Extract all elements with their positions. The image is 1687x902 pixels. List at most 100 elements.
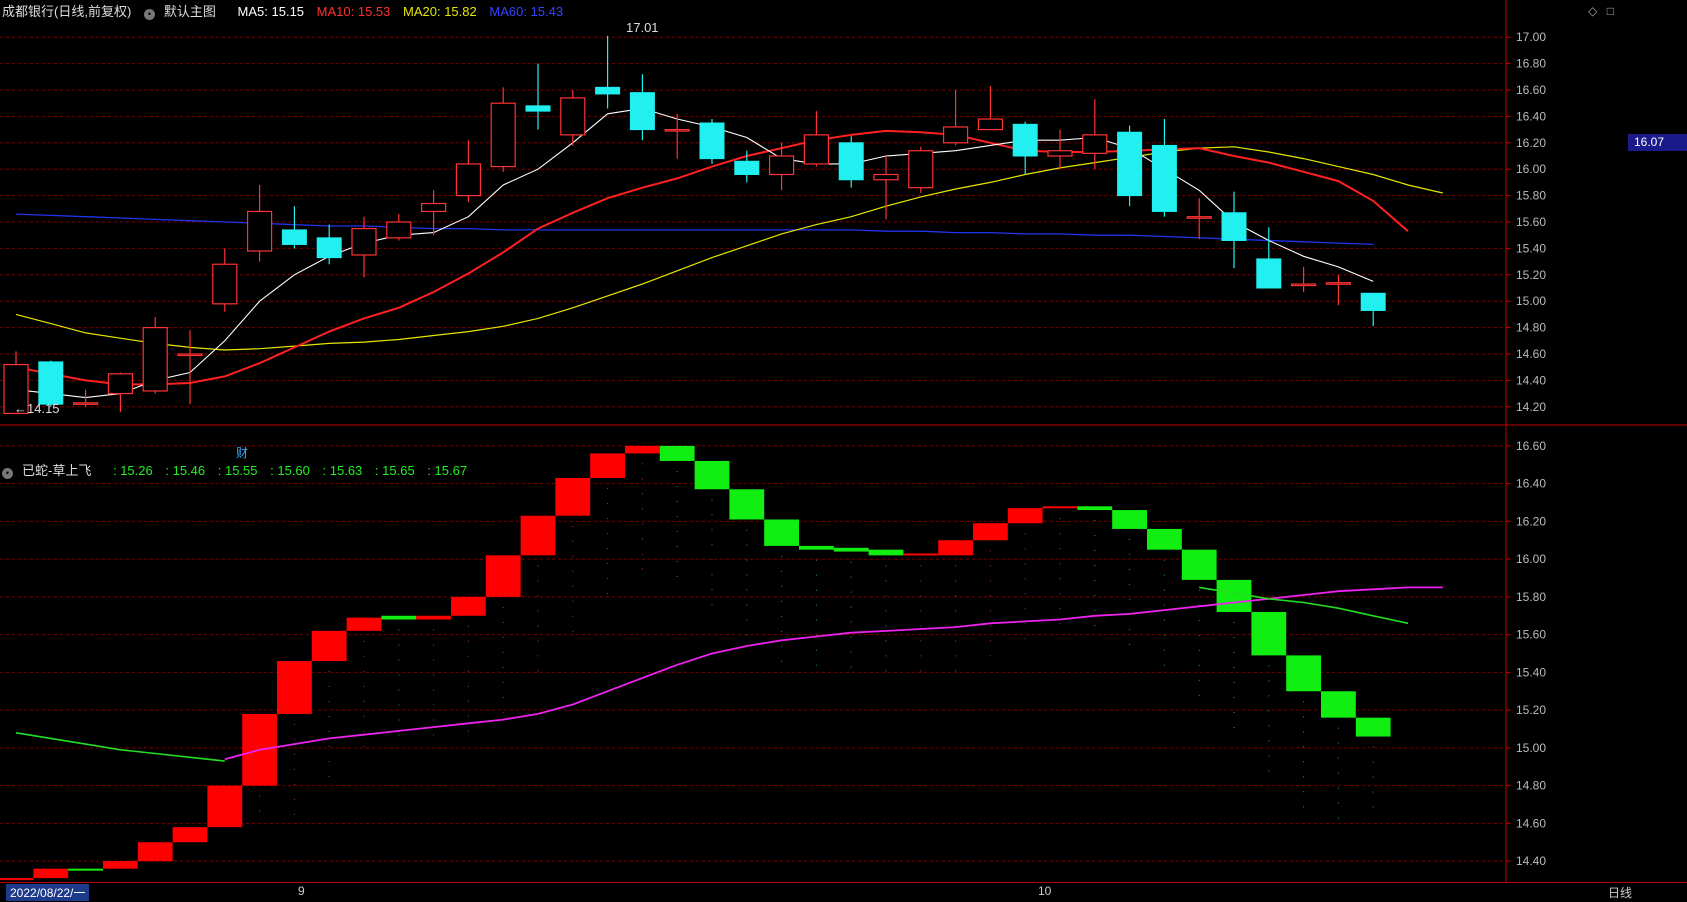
candle-body [768,155,795,176]
candle-body [316,237,342,259]
indicator-v4: : 15.60 [270,463,310,478]
y-tick-label: 15.60 [1516,215,1546,229]
y-tick-label: 16.60 [1516,83,1546,97]
date-start-label[interactable]: 2022/08/22/一 [6,884,90,901]
y-tick-label: 16.00 [1516,162,1546,176]
ma10-value: MA10: 15.53 [316,4,391,19]
indicator-block [277,661,312,714]
high-price-label: 17.01 [626,20,659,35]
indicator-block [799,545,834,550]
indicator-block [137,842,173,862]
y-tick-label: 15.60 [1516,628,1546,642]
candle-body [942,126,969,144]
y-tick-label: 16.20 [1516,514,1546,528]
y-tick-label: 16.40 [1516,109,1546,123]
indicator-block [764,519,799,546]
ma60-value: MA60: 15.43 [489,4,564,19]
indicator-block [0,878,34,881]
gear-icon: • [143,9,155,20]
low-price-label: ←14.15 [14,401,60,416]
indicator-block [416,615,451,620]
indicator-block [903,553,939,556]
indicator-block [694,460,730,490]
candle-body [1186,216,1212,219]
candle-body [1221,212,1247,241]
indicator-block [1286,655,1321,692]
indicator-title: 已蛇-草上飞 [22,463,92,478]
y-tick-label: 14.40 [1516,854,1546,868]
candle-body [212,263,238,305]
main-chart-label: 默认主图 [163,4,216,19]
y-tick-label: 15.20 [1516,268,1546,282]
y-tick-label: 14.60 [1516,816,1546,830]
candle-body [177,353,203,357]
date-axis: 2022/08/22/一 9 10 日线 [0,882,1687,902]
indicator-block [381,615,417,620]
indicator-block [1321,691,1356,718]
candle-body [1325,282,1352,285]
indicator-block [1112,510,1147,529]
indicator-block [938,540,973,556]
indicator-block [659,445,695,461]
main-header: 成都银行(日线,前复权) • 默认主图 MA5: 15.15 MA10: 15.5… [2,1,572,23]
candle-body [1047,150,1073,157]
indicator-block [1147,528,1182,550]
candle-body [351,228,377,256]
y-tick-label: 14.80 [1516,779,1546,793]
indicator-header: • 已蛇-草上飞 : 15.26 : 15.46 : 15.55 : 15.60 … [2,460,476,482]
indicator-block [520,515,556,556]
indicator-block [172,827,208,843]
candle-body [107,373,134,395]
current-price-box: 16.07 [1628,134,1687,151]
month-oct-label: 10 [1038,884,1052,898]
indicator-block [103,861,138,869]
y-tick-label: 14.60 [1516,347,1546,361]
indicator-menu-button[interactable]: • 已蛇-草上飞 [2,463,100,479]
indicator-block [1077,506,1113,511]
candle-body [629,92,655,131]
candle-body [595,86,621,95]
indicator-block [729,489,765,520]
y-tick-label: 16.00 [1516,552,1546,566]
diamond-icon[interactable]: ◇ [1588,4,1597,18]
y-tick-label: 15.40 [1516,241,1546,255]
indicator-block [451,596,486,616]
indicator-block [973,523,1008,541]
ma20-value: MA20: 15.82 [403,4,477,19]
candle-body [386,221,412,239]
finance-marker[interactable]: 财 [236,444,248,461]
indicator-v2: : 15.46 [165,463,206,478]
y-tick-label: 16.60 [1516,439,1546,453]
ma5-value: MA5: 15.15 [237,4,305,19]
indicator-v7: : 15.67 [427,463,468,478]
y-tick-label: 17.00 [1516,30,1546,44]
period-label[interactable]: 日线 [1608,884,1632,901]
candle-body [1082,134,1108,154]
indicator-v5: : 15.63 [322,463,363,478]
month-sep-label: 9 [298,884,305,898]
candle-body [490,102,516,168]
indicator-block [33,868,69,879]
gear-icon: • [2,468,13,479]
candle-body [421,202,447,213]
indicator-v1: : 15.26 [112,463,153,478]
indicator-block [1355,717,1391,737]
indicator-v6: : 15.65 [374,463,415,478]
candle-body [838,142,864,181]
stock-title: 成都银行(日线,前复权) [2,4,132,19]
y-tick-label: 16.80 [1516,57,1546,71]
candle-body [977,118,1004,131]
candle-body [734,160,760,175]
y-tick-label: 15.00 [1516,294,1546,308]
indicator-block [1181,549,1217,580]
indicator-block [485,555,521,597]
indicator-block [68,868,103,871]
window-controls: ◇ □ [1588,4,1614,18]
candle-body [455,163,481,197]
candle-body [525,105,551,112]
candle-body [560,97,586,136]
stock-chart-svg[interactable]: 14.20 14.40 14.60 14.80 15.00 15.20 15.40 15.60… [0,0,1687,901]
square-icon[interactable]: □ [1607,4,1614,18]
main-chart-menu-button[interactable]: • 默认主图 [143,4,225,20]
candle-body [281,229,307,245]
